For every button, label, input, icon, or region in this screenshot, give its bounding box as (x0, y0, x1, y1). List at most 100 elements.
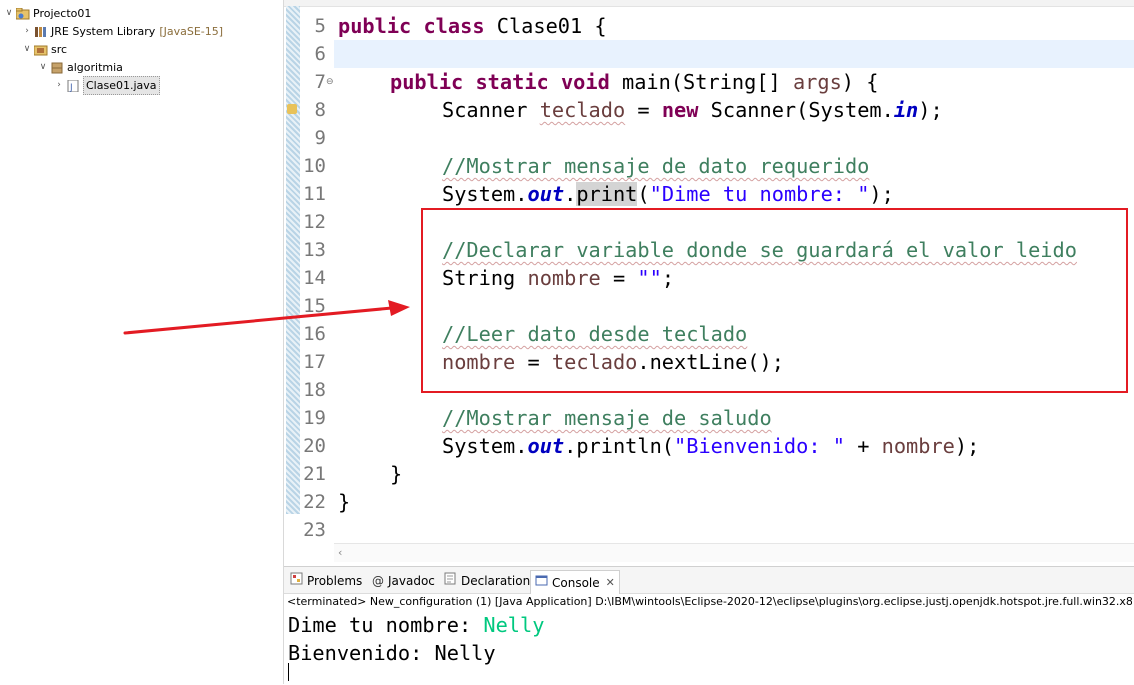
package-explorer: ∨ Projecto01 › JRE System Library [JavaS… (0, 0, 284, 684)
line-number: 21 (303, 463, 326, 485)
tab-label: Javadoc (388, 574, 435, 588)
console-icon (535, 573, 548, 593)
console-output[interactable]: Dime tu nombre: Nelly Bienvenido: Nelly (288, 611, 544, 667)
javadoc-icon: @ (372, 574, 384, 588)
tree-item-label: src (51, 43, 68, 56)
line-number: 23 (303, 519, 326, 541)
method-name-highlighted: print (576, 182, 638, 206)
chevron-down-icon[interactable]: ∨ (4, 5, 14, 22)
code-line-8: Scanner teclado = new Scanner(System.in)… (442, 96, 943, 124)
line-number: 8 (314, 99, 326, 121)
code-text: } (338, 490, 351, 514)
line-number: 9 (314, 127, 326, 149)
code-line-19: //Mostrar mensaje de saludo (442, 404, 772, 432)
panel-tab-bar: Problems @ Javadoc Declaration Console ✕ (284, 567, 1134, 594)
warning-marker-icon[interactable] (287, 104, 297, 114)
text-cursor (288, 663, 289, 681)
tree-item-java-file[interactable]: › J Clase01.java (54, 76, 160, 95)
editor-tab-strip (284, 0, 1134, 7)
code-text: ); (954, 434, 980, 458)
code-text: main(String[] (609, 70, 793, 94)
problems-icon (290, 571, 303, 591)
parameter: args (792, 70, 842, 94)
console-process-status: <terminated> New_configuration (1) [Java… (287, 595, 1132, 608)
tree-item-src[interactable]: ∨ src (22, 41, 67, 58)
line-number: 12 (303, 211, 326, 233)
scroll-left-arrow-icon[interactable]: ‹ (338, 546, 342, 559)
horizontal-scrollbar[interactable]: ‹ (334, 543, 1134, 562)
chevron-right-icon[interactable]: › (54, 77, 64, 94)
line-number: 19 (303, 407, 326, 429)
console-text: Dime tu nombre: (288, 613, 484, 637)
code-text: + (844, 434, 882, 458)
tab-declaration[interactable]: Declaration (444, 571, 530, 591)
code-text: ); (918, 98, 943, 122)
code-text: = (625, 98, 662, 122)
line-number: 13 (303, 239, 326, 261)
library-icon (34, 26, 48, 38)
declaration-icon (444, 571, 457, 591)
code-text: .println( (564, 434, 675, 458)
java-file-icon: J (66, 79, 80, 93)
line-number: 7 (314, 71, 326, 93)
line-number: 6 (314, 43, 326, 65)
code-line-11: System.out.print("Dime tu nombre: "); (442, 180, 894, 208)
project-folder-icon (15, 7, 30, 20)
code-text: System. (442, 182, 528, 206)
chevron-down-icon[interactable]: ∨ (22, 41, 32, 58)
svg-text:J: J (69, 83, 73, 92)
code-text: ); (869, 182, 894, 206)
console-user-input: Nelly (483, 613, 545, 637)
local-variable: nombre (881, 434, 955, 458)
keyword: public static void (390, 70, 610, 94)
tab-label: Problems (307, 574, 363, 588)
line-number: 18 (303, 379, 326, 401)
source-folder-icon (33, 44, 48, 56)
code-text: System. (442, 434, 528, 458)
local-variable: teclado (539, 98, 626, 122)
code-text: } (390, 462, 403, 486)
line-number: 15 (303, 295, 326, 317)
tree-item-label: Clase01.java (83, 76, 160, 95)
tree-item-project[interactable]: ∨ Projecto01 (4, 5, 91, 22)
console-line: Bienvenido: Nelly (288, 641, 496, 665)
tab-label: Declaration (461, 574, 531, 588)
tree-item-label: algoritmia (67, 61, 123, 74)
static-field: in (893, 98, 919, 122)
code-line-20: System.out.println("Bienvenido: " + nomb… (442, 432, 979, 460)
tree-item-jre-library[interactable]: › JRE System Library [JavaSE-15] (22, 23, 223, 40)
line-number: 22 (303, 491, 326, 513)
tab-label: Console (552, 575, 600, 590)
console-line: Dime tu nombre: Nelly (288, 611, 544, 639)
code-text: Scanner (442, 98, 540, 122)
code-line-21: } (390, 460, 402, 488)
code-line-10: //Mostrar mensaje de dato requerido (442, 152, 869, 180)
code-line-5: public class Clase01 { (338, 12, 607, 40)
keyword: public class (338, 14, 485, 38)
line-number: 20 (303, 435, 326, 457)
collapse-fold-icon[interactable]: ⊖ (326, 77, 334, 87)
string-literal: "Bienvenido: " (674, 434, 845, 458)
close-icon[interactable]: ✕ (606, 573, 615, 593)
code-text: Scanner(System. (698, 98, 894, 122)
package-icon (50, 62, 64, 74)
annotation-highlight-box (421, 208, 1128, 393)
code-editor[interactable]: 5 6 7 8 9 10 11 12 13 14 15 16 17 18 19 … (284, 0, 1134, 562)
tree-item-decoration: [JavaSE-15] (159, 25, 224, 38)
chevron-down-icon[interactable]: ∨ (38, 59, 48, 76)
line-number: 10 (303, 155, 326, 177)
tab-console[interactable]: Console ✕ (530, 570, 620, 594)
tab-javadoc[interactable]: @ Javadoc (372, 571, 435, 591)
code-line-22: } (338, 488, 350, 516)
tree-item-label: JRE System Library (51, 25, 156, 38)
tab-problems[interactable]: Problems (290, 571, 362, 591)
chevron-right-icon[interactable]: › (22, 23, 32, 40)
code-text: . (564, 182, 577, 206)
comment: //Mostrar mensaje de dato requerido (442, 154, 870, 178)
tree-item-package[interactable]: ∨ algoritmia (38, 59, 123, 76)
line-number: 5 (314, 15, 326, 37)
line-number: 14 (303, 267, 326, 289)
keyword: new (661, 98, 699, 122)
line-number: 17 (303, 351, 326, 373)
tree-item-label: Projecto01 (33, 7, 92, 20)
